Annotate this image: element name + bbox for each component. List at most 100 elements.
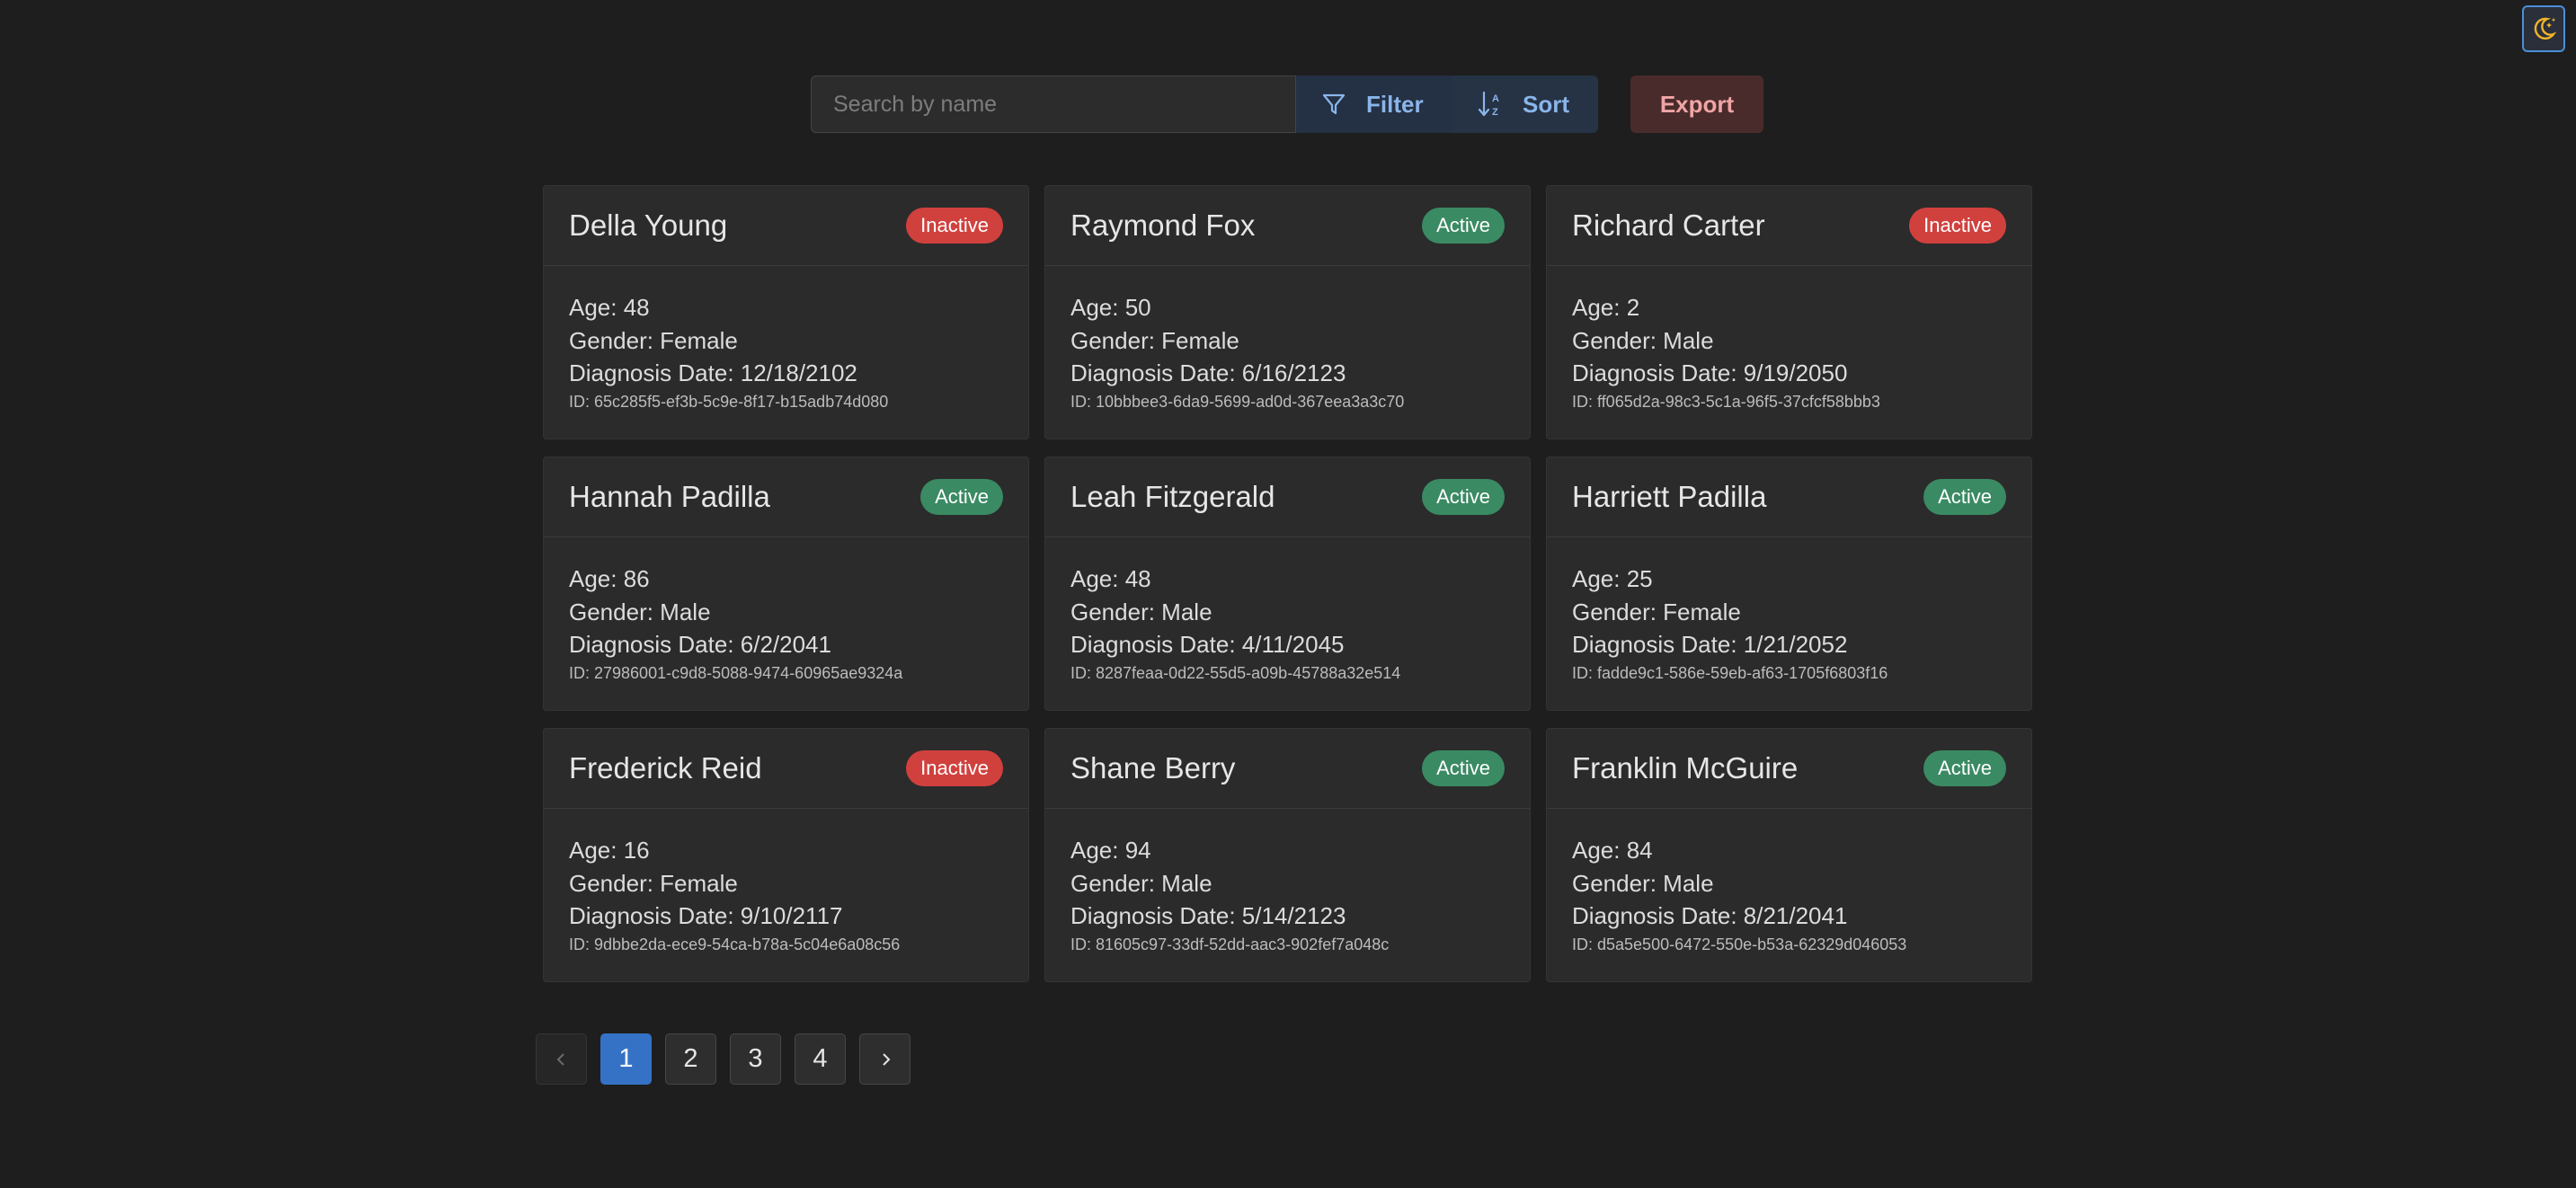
patient-age: Age: 25 bbox=[1572, 565, 1653, 592]
theme-toggle-button[interactable] bbox=[2522, 5, 2565, 52]
patient-id: ID: 9dbbe2da-ece9-54ca-b78a-5c04e6a08c56 bbox=[569, 935, 901, 953]
patient-gender: Gender: Female bbox=[1070, 326, 1239, 354]
prev-page-button[interactable] bbox=[536, 1033, 587, 1085]
card-header: Harriett Padilla Active bbox=[1547, 457, 2031, 537]
card-body: Age: 2 Gender: Male Diagnosis Date: 9/19… bbox=[1547, 266, 2031, 412]
patient-gender: Gender: Female bbox=[1572, 598, 1741, 625]
patient-diagnosis-date: Diagnosis Date: 8/21/2041 bbox=[1572, 902, 1848, 929]
card-header: Raymond Fox Active bbox=[1045, 186, 1530, 266]
card-body: Age: 94 Gender: Male Diagnosis Date: 5/1… bbox=[1045, 809, 1530, 954]
export-label: Export bbox=[1659, 90, 1735, 118]
patient-name: Franklin McGuire bbox=[1572, 751, 1799, 785]
svg-text:Z: Z bbox=[1492, 107, 1498, 118]
status-badge: Active bbox=[1422, 750, 1505, 786]
status-badge: Inactive bbox=[906, 208, 1003, 244]
card-body: Age: 48 Gender: Female Diagnosis Date: 1… bbox=[544, 266, 1028, 412]
patient-gender: Gender: Male bbox=[1572, 869, 1714, 897]
filter-icon bbox=[1322, 93, 1346, 115]
patient-id: ID: 65c285f5-ef3b-5c9e-8f17-b15adb74d080 bbox=[569, 392, 889, 411]
patient-gender: Gender: Female bbox=[569, 869, 738, 897]
patient-card[interactable]: Harriett Padilla Active Age: 25 Gender: … bbox=[1546, 457, 2032, 711]
patient-diagnosis-date: Diagnosis Date: 6/2/2041 bbox=[569, 631, 831, 658]
toolbar: Filter A Z Sort Export bbox=[811, 75, 1763, 133]
sort-button[interactable]: A Z Sort bbox=[1452, 75, 1598, 133]
filter-button[interactable]: Filter bbox=[1296, 75, 1452, 133]
patient-age: Age: 94 bbox=[1070, 837, 1151, 864]
card-header: Della Young Inactive bbox=[544, 186, 1028, 266]
status-badge: Active bbox=[1422, 208, 1505, 244]
patient-card-grid: Della Young Inactive Age: 48 Gender: Fem… bbox=[543, 185, 2032, 982]
patient-name: Harriett Padilla bbox=[1572, 480, 1767, 513]
patient-diagnosis-date: Diagnosis Date: 9/19/2050 bbox=[1572, 359, 1848, 386]
patient-card[interactable]: Frederick Reid Inactive Age: 16 Gender: … bbox=[543, 728, 1029, 982]
card-body: Age: 48 Gender: Male Diagnosis Date: 4/1… bbox=[1045, 537, 1530, 683]
patient-name: Raymond Fox bbox=[1070, 208, 1256, 242]
patient-id: ID: 10bbbee3-6da9-5699-ad0d-367eea3a3c70 bbox=[1070, 392, 1405, 411]
patient-diagnosis-date: Diagnosis Date: 6/16/2123 bbox=[1070, 359, 1346, 386]
page-button-2[interactable]: 2 bbox=[665, 1033, 716, 1085]
patient-age: Age: 86 bbox=[569, 565, 650, 592]
patient-name: Shane Berry bbox=[1070, 751, 1236, 785]
patient-age: Age: 2 bbox=[1572, 294, 1640, 321]
patient-card[interactable]: Leah Fitzgerald Active Age: 48 Gender: M… bbox=[1044, 457, 1531, 711]
chevron-left-icon bbox=[556, 1052, 564, 1066]
page-button-4[interactable]: 4 bbox=[795, 1033, 846, 1085]
status-badge: Active bbox=[1422, 479, 1505, 515]
patient-card[interactable]: Raymond Fox Active Age: 50 Gender: Femal… bbox=[1044, 185, 1531, 439]
filter-label: Filter bbox=[1366, 90, 1424, 118]
card-header: Leah Fitzgerald Active bbox=[1045, 457, 1530, 537]
next-page-button[interactable] bbox=[859, 1033, 910, 1085]
patient-age: Age: 48 bbox=[1070, 565, 1151, 592]
moon-stars-icon bbox=[2534, 17, 2557, 40]
patient-name: Della Young bbox=[569, 208, 728, 242]
card-header: Richard Carter Inactive bbox=[1547, 186, 2031, 266]
page-button-1[interactable]: 1 bbox=[600, 1033, 652, 1085]
status-badge: Inactive bbox=[1909, 208, 2006, 244]
search-input[interactable] bbox=[811, 75, 1296, 133]
card-body: Age: 86 Gender: Male Diagnosis Date: 6/2… bbox=[544, 537, 1028, 683]
patient-diagnosis-date: Diagnosis Date: 4/11/2045 bbox=[1070, 631, 1345, 658]
card-body: Age: 50 Gender: Female Diagnosis Date: 6… bbox=[1045, 266, 1530, 412]
patient-name: Frederick Reid bbox=[569, 751, 762, 785]
patient-id: ID: 27986001-c9d8-5088-9474-60965ae9324a bbox=[569, 663, 903, 682]
patient-id: ID: ff065d2a-98c3-5c1a-96f5-37cfcf58bbb3 bbox=[1572, 392, 1880, 411]
card-body: Age: 84 Gender: Male Diagnosis Date: 8/2… bbox=[1547, 809, 2031, 954]
patient-id: ID: 8287feaa-0d22-55d5-a09b-45788a32e514 bbox=[1070, 663, 1401, 682]
patient-card[interactable]: Richard Carter Inactive Age: 2 Gender: M… bbox=[1546, 185, 2032, 439]
patient-gender: Gender: Male bbox=[1070, 598, 1212, 625]
svg-text:A: A bbox=[1492, 93, 1499, 104]
patient-age: Age: 50 bbox=[1070, 294, 1151, 321]
status-badge: Active bbox=[920, 479, 1003, 515]
patient-diagnosis-date: Diagnosis Date: 12/18/2102 bbox=[569, 359, 857, 386]
pagination: 1 2 3 4 bbox=[536, 1033, 910, 1085]
sort-az-icon: A Z bbox=[1478, 91, 1499, 118]
card-header: Franklin McGuire Active bbox=[1547, 729, 2031, 809]
patient-gender: Gender: Female bbox=[569, 326, 738, 354]
status-badge: Active bbox=[1923, 479, 2006, 515]
patient-age: Age: 16 bbox=[569, 837, 650, 864]
patient-diagnosis-date: Diagnosis Date: 1/21/2052 bbox=[1572, 631, 1848, 658]
patient-card[interactable]: Hannah Padilla Active Age: 86 Gender: Ma… bbox=[543, 457, 1029, 711]
patient-diagnosis-date: Diagnosis Date: 9/10/2117 bbox=[569, 902, 843, 929]
patient-gender: Gender: Male bbox=[569, 598, 711, 625]
patient-card[interactable]: Franklin McGuire Active Age: 84 Gender: … bbox=[1546, 728, 2032, 982]
patient-id: ID: fadde9c1-586e-59eb-af63-1705f6803f16 bbox=[1572, 663, 1888, 682]
patient-diagnosis-date: Diagnosis Date: 5/14/2123 bbox=[1070, 902, 1346, 929]
card-header: Hannah Padilla Active bbox=[544, 457, 1028, 537]
status-badge: Inactive bbox=[906, 750, 1003, 786]
patient-name: Richard Carter bbox=[1572, 208, 1765, 242]
patient-gender: Gender: Male bbox=[1070, 869, 1212, 897]
patient-card[interactable]: Della Young Inactive Age: 48 Gender: Fem… bbox=[543, 185, 1029, 439]
export-button[interactable]: Export bbox=[1630, 75, 1763, 133]
card-header: Shane Berry Active bbox=[1045, 729, 1530, 809]
chevron-right-icon bbox=[882, 1052, 890, 1066]
patient-id: ID: d5a5e500-6472-550e-b53a-62329d046053 bbox=[1572, 935, 1907, 953]
sort-label: Sort bbox=[1523, 90, 1569, 118]
patient-age: Age: 84 bbox=[1572, 837, 1653, 864]
card-header: Frederick Reid Inactive bbox=[544, 729, 1028, 809]
page-button-3[interactable]: 3 bbox=[730, 1033, 781, 1085]
card-body: Age: 16 Gender: Female Diagnosis Date: 9… bbox=[544, 809, 1028, 954]
patient-gender: Gender: Male bbox=[1572, 326, 1714, 354]
status-badge: Active bbox=[1923, 750, 2006, 786]
patient-card[interactable]: Shane Berry Active Age: 94 Gender: Male … bbox=[1044, 728, 1531, 982]
